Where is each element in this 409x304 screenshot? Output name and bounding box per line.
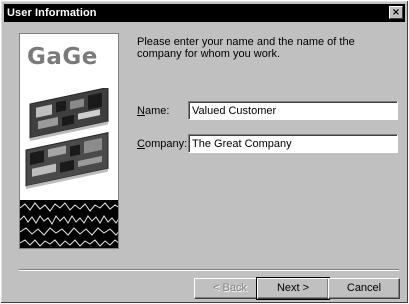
instruction-text: Please enter your name and the name of t… <box>137 36 355 60</box>
user-information-dialog: User Information × GaGe Please enter you… <box>0 0 409 304</box>
button-separator <box>19 269 399 271</box>
gage-logo: GaGe <box>27 44 98 70</box>
title-bar[interactable]: User Information × <box>4 4 405 22</box>
next-button[interactable]: Next > <box>256 277 330 300</box>
back-button[interactable]: < Back <box>194 278 266 299</box>
company-label-accelerator: C <box>137 138 145 150</box>
close-button[interactable]: × <box>389 6 403 19</box>
company-label-text: ompany: <box>144 138 188 150</box>
company-label: Company: <box>137 138 187 150</box>
circuit-boards-image <box>25 88 109 189</box>
product-banner: GaGe <box>19 33 119 249</box>
cancel-button[interactable]: Cancel <box>328 278 400 299</box>
waveform-image <box>20 200 118 248</box>
name-label-text: ame: <box>144 105 170 117</box>
name-input[interactable] <box>188 101 398 120</box>
window-title: User Information <box>7 7 97 19</box>
company-input[interactable] <box>188 134 398 153</box>
name-label-accelerator: N <box>137 105 145 117</box>
name-label: Name: <box>137 105 169 117</box>
